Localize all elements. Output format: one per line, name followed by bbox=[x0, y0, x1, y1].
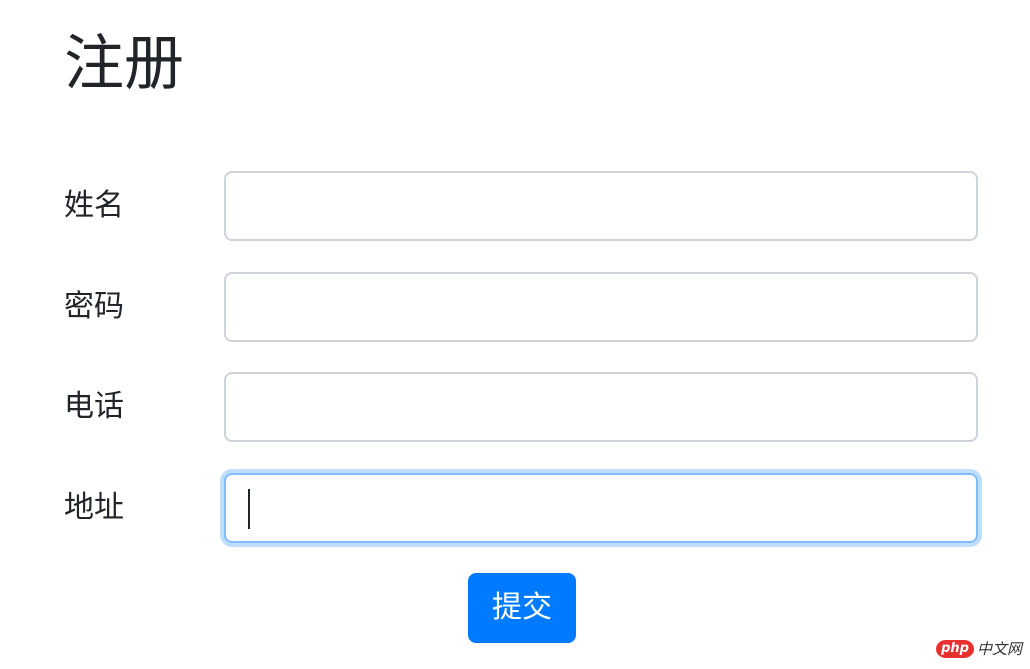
form-row-address: 地址 bbox=[0, 473, 1030, 543]
name-input[interactable] bbox=[224, 171, 978, 241]
page-title: 注册 bbox=[64, 29, 184, 99]
text-caret bbox=[248, 489, 250, 529]
phone-input[interactable] bbox=[224, 372, 978, 442]
password-label: 密码 bbox=[64, 289, 124, 324]
name-label: 姓名 bbox=[64, 188, 124, 223]
registration-page: 注册 姓名 密码 电话 地址 提交 php 中文网 bbox=[0, 0, 1030, 669]
site-watermark: php 中文网 bbox=[936, 638, 1022, 659]
password-input[interactable] bbox=[224, 272, 978, 342]
watermark-text: 中文网 bbox=[976, 640, 1022, 658]
submit-button[interactable]: 提交 bbox=[468, 573, 576, 643]
watermark-logo: php bbox=[936, 639, 974, 658]
form-row-phone: 电话 bbox=[0, 372, 1030, 442]
address-input[interactable] bbox=[224, 473, 978, 543]
form-row-password: 密码 bbox=[0, 272, 1030, 342]
address-label: 地址 bbox=[64, 490, 124, 525]
phone-label: 电话 bbox=[64, 389, 124, 424]
form-row-name: 姓名 bbox=[0, 171, 1030, 241]
